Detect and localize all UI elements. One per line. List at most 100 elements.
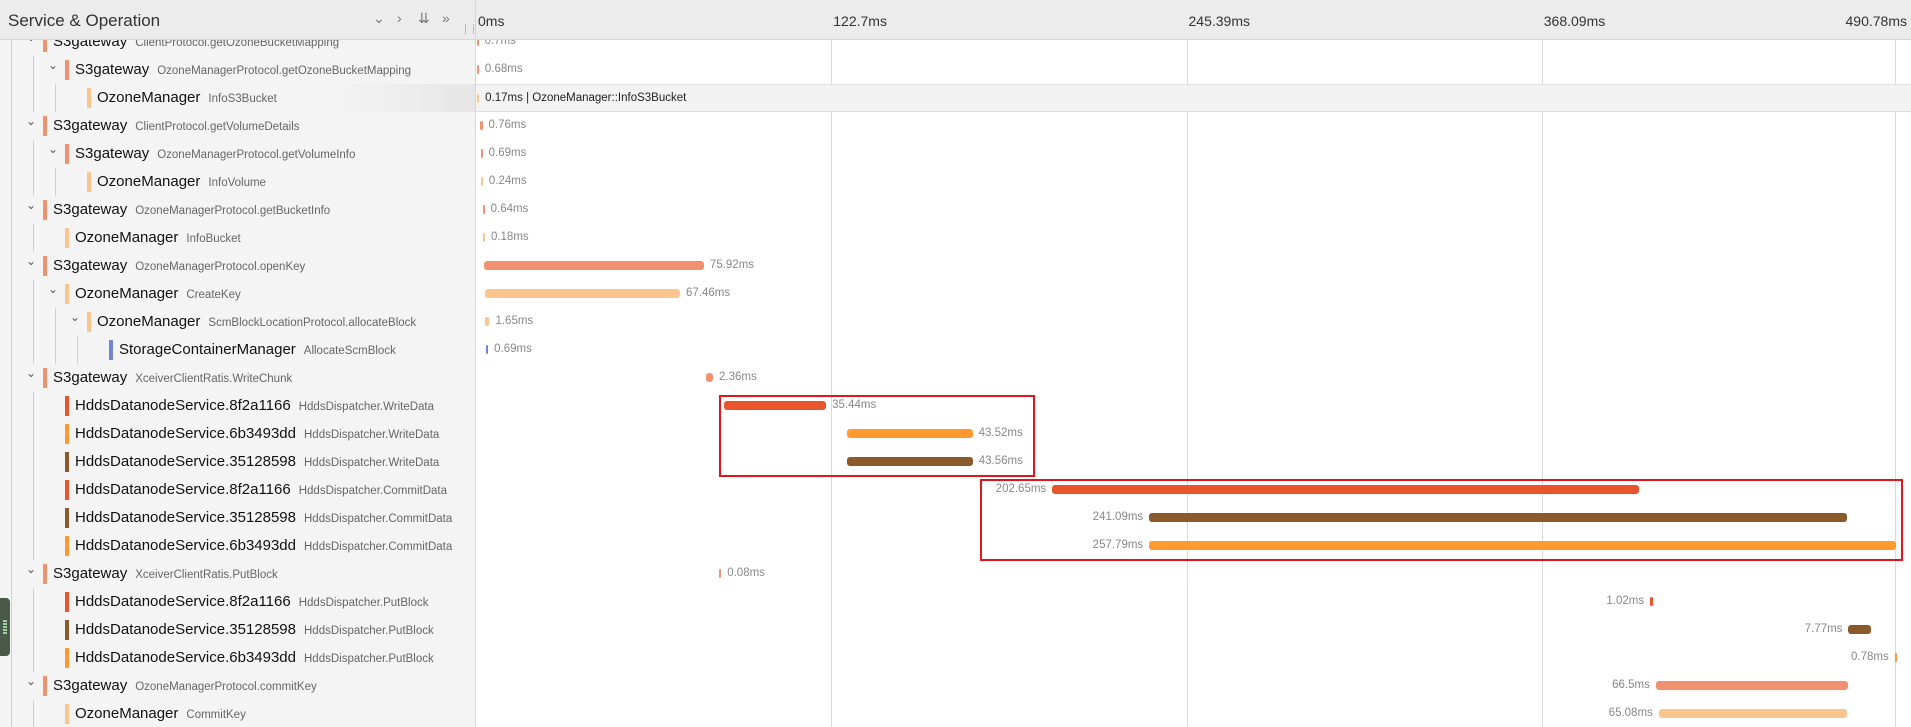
span-service-name[interactable]: HddsDatanodeService.35128598 HddsDispatch… bbox=[75, 509, 452, 526]
collapse-one-icon[interactable]: ⌄ bbox=[373, 10, 385, 27]
span-bar-row[interactable]: 0.17ms | OzoneManager::InfoS3Bucket bbox=[476, 84, 1911, 112]
span-bar[interactable] bbox=[476, 40, 479, 46]
span-row[interactable]: OzoneManager InfoBucket bbox=[0, 224, 475, 252]
span-bar-row[interactable]: 66.5ms bbox=[476, 672, 1911, 700]
span-row[interactable]: HddsDatanodeService.8f2a1166 HddsDispatch… bbox=[0, 476, 475, 504]
span-row[interactable]: HddsDatanodeService.8f2a1166 HddsDispatch… bbox=[0, 588, 475, 616]
span-row[interactable]: HddsDatanodeService.8f2a1166 HddsDispatch… bbox=[0, 392, 475, 420]
span-bar-row[interactable]: 0.18ms bbox=[476, 224, 1911, 252]
span-bar-row[interactable]: 0.24ms bbox=[476, 168, 1911, 196]
span-bar-row[interactable]: 0.64ms bbox=[476, 196, 1911, 224]
span-bar-row[interactable]: 0.69ms bbox=[476, 336, 1911, 364]
span-bar-row[interactable]: 0.78ms bbox=[476, 644, 1911, 672]
span-row[interactable]: ⌄ S3gateway OzoneManagerProtocol.getBucket… bbox=[0, 196, 475, 224]
chevron-down-icon[interactable]: ⌄ bbox=[70, 310, 82, 324]
span-service-name[interactable]: HddsDatanodeService.6b3493dd HddsDispatch… bbox=[75, 649, 434, 666]
span-service-name[interactable]: S3gateway OzoneManagerProtocol.openKey bbox=[53, 257, 305, 274]
span-bar[interactable] bbox=[486, 345, 489, 354]
span-row[interactable]: ⌄ OzoneManager ScmBlockLocationProtocol.al… bbox=[0, 308, 475, 336]
span-bar[interactable] bbox=[484, 289, 680, 298]
span-bar-row[interactable]: 67.46ms bbox=[476, 280, 1911, 308]
chevron-down-icon[interactable]: ⌄ bbox=[26, 562, 38, 576]
span-bar-row[interactable]: 35.44ms bbox=[476, 392, 1911, 420]
chevron-down-icon[interactable]: ⌄ bbox=[26, 114, 38, 128]
span-bar-row[interactable]: 43.52ms bbox=[476, 420, 1911, 448]
span-bar[interactable] bbox=[480, 177, 483, 186]
chevron-down-icon[interactable]: ⌄ bbox=[26, 674, 38, 688]
span-bar-row[interactable]: 75.92ms bbox=[476, 252, 1911, 280]
span-bar[interactable] bbox=[1655, 681, 1849, 690]
span-service-name[interactable]: HddsDatanodeService.8f2a1166 HddsDispatch… bbox=[75, 481, 447, 498]
span-bar[interactable] bbox=[482, 205, 485, 214]
span-bar-row[interactable]: 0.68ms bbox=[476, 56, 1911, 84]
span-bar-row[interactable]: 65.08ms bbox=[476, 700, 1911, 727]
span-service-name[interactable]: HddsDatanodeService.6b3493dd HddsDispatch… bbox=[75, 537, 452, 554]
span-bar-row[interactable]: 0.7ms bbox=[476, 40, 1911, 56]
span-bar[interactable] bbox=[719, 569, 722, 578]
span-service-name[interactable]: OzoneManager InfoBucket bbox=[75, 229, 241, 246]
column-resize-handle[interactable] bbox=[465, 24, 474, 34]
span-bar-row[interactable]: 1.02ms bbox=[476, 588, 1911, 616]
span-service-name[interactable]: HddsDatanodeService.35128598 HddsDispatch… bbox=[75, 621, 434, 638]
span-service-name[interactable]: OzoneManager CommitKey bbox=[75, 705, 246, 722]
span-row[interactable]: ⌄ OzoneManager CreateKey bbox=[0, 280, 475, 308]
span-row[interactable]: OzoneManager InfoS3Bucket bbox=[0, 84, 475, 112]
span-row[interactable]: ⌄ S3gateway ClientProtocol.getVolumeDetail… bbox=[0, 112, 475, 140]
span-service-name[interactable]: OzoneManager InfoS3Bucket bbox=[97, 89, 277, 106]
chevron-down-icon[interactable]: ⌄ bbox=[48, 58, 60, 72]
span-service-name[interactable]: S3gateway XceiverClientRatis.WriteChunk bbox=[53, 369, 292, 386]
span-bar[interactable] bbox=[1650, 597, 1654, 606]
span-bar-row[interactable]: 0.69ms bbox=[476, 140, 1911, 168]
span-bar-row[interactable]: 1.65ms bbox=[476, 308, 1911, 336]
span-row[interactable]: ⌄ S3gateway XceiverClientRatis.WriteChunk bbox=[0, 364, 475, 392]
span-bar[interactable] bbox=[482, 233, 485, 242]
span-row[interactable]: ⌄ S3gateway OzoneManagerProtocol.getOzoneB… bbox=[0, 56, 475, 84]
span-row[interactable]: ⌄ S3gateway OzoneManagerProtocol.getVolume… bbox=[0, 140, 475, 168]
span-row[interactable]: ⌄ S3gateway ClientProtocol.getOzoneBucketM… bbox=[0, 40, 475, 56]
span-bar[interactable] bbox=[484, 317, 490, 326]
span-bar[interactable] bbox=[706, 373, 713, 382]
span-row[interactable]: HddsDatanodeService.6b3493dd HddsDispatch… bbox=[0, 420, 475, 448]
span-bar-row[interactable]: 7.77ms bbox=[476, 616, 1911, 644]
span-bar[interactable] bbox=[480, 121, 483, 130]
span-row[interactable]: StorageContainerManager AllocateScmBlock bbox=[0, 336, 475, 364]
chevron-down-icon[interactable]: ⌄ bbox=[26, 366, 38, 380]
span-row[interactable]: HddsDatanodeService.35128598 HddsDispatch… bbox=[0, 616, 475, 644]
chevron-down-icon[interactable]: ⌄ bbox=[26, 198, 38, 212]
span-bar[interactable] bbox=[484, 261, 704, 270]
span-row[interactable]: HddsDatanodeService.35128598 HddsDispatch… bbox=[0, 504, 475, 532]
span-service-name[interactable]: S3gateway XceiverClientRatis.PutBlock bbox=[53, 565, 278, 582]
span-service-name[interactable]: HddsDatanodeService.8f2a1166 HddsDispatch… bbox=[75, 593, 428, 610]
span-service-name[interactable]: S3gateway OzoneManagerProtocol.getOzoneBu… bbox=[75, 61, 411, 78]
span-bar-row[interactable]: 43.56ms bbox=[476, 448, 1911, 476]
chevron-down-icon[interactable]: ⌄ bbox=[48, 282, 60, 296]
span-bar[interactable] bbox=[1894, 653, 1897, 662]
span-service-name[interactable]: StorageContainerManager AllocateScmBlock bbox=[119, 341, 396, 358]
span-row[interactable]: ⌄ S3gateway OzoneManagerProtocol.openKey bbox=[0, 252, 475, 280]
span-row[interactable]: HddsDatanodeService.6b3493dd HddsDispatch… bbox=[0, 532, 475, 560]
span-service-name[interactable]: OzoneManager InfoVolume bbox=[97, 173, 266, 190]
span-service-name[interactable]: OzoneManager ScmBlockLocationProtocol.all… bbox=[97, 313, 416, 330]
span-service-name[interactable]: HddsDatanodeService.6b3493dd HddsDispatch… bbox=[75, 425, 439, 442]
span-service-name[interactable]: S3gateway ClientProtocol.getVolumeDetails bbox=[53, 117, 300, 134]
span-row[interactable]: OzoneManager InfoVolume bbox=[0, 168, 475, 196]
span-bar[interactable] bbox=[1848, 625, 1871, 634]
span-bar-row[interactable]: 0.76ms bbox=[476, 112, 1911, 140]
span-service-name[interactable]: S3gateway ClientProtocol.getOzoneBucketMa… bbox=[53, 40, 339, 50]
span-bar-row[interactable]: 2.36ms bbox=[476, 364, 1911, 392]
span-service-name[interactable]: S3gateway OzoneManagerProtocol.commitKey bbox=[53, 677, 317, 694]
span-row[interactable]: ⌄ S3gateway OzoneManagerProtocol.commitKey bbox=[0, 672, 475, 700]
span-service-name[interactable]: HddsDatanodeService.8f2a1166 HddsDispatch… bbox=[75, 397, 434, 414]
chevron-down-icon[interactable]: ⌄ bbox=[26, 40, 38, 44]
span-bar[interactable] bbox=[477, 94, 480, 103]
span-bar[interactable] bbox=[1658, 709, 1848, 718]
span-service-name[interactable]: HddsDatanodeService.35128598 HddsDispatch… bbox=[75, 453, 439, 470]
chevron-down-icon[interactable]: ⌄ bbox=[48, 142, 60, 156]
expand-one-icon[interactable]: › bbox=[397, 10, 402, 26]
span-service-name[interactable]: OzoneManager CreateKey bbox=[75, 285, 241, 302]
span-row[interactable]: HddsDatanodeService.6b3493dd HddsDispatch… bbox=[0, 644, 475, 672]
span-row[interactable]: HddsDatanodeService.35128598 HddsDispatch… bbox=[0, 448, 475, 476]
side-drawer-tab[interactable] bbox=[0, 598, 10, 656]
expand-all-icon[interactable]: » bbox=[442, 10, 450, 26]
span-bar[interactable] bbox=[476, 65, 479, 74]
